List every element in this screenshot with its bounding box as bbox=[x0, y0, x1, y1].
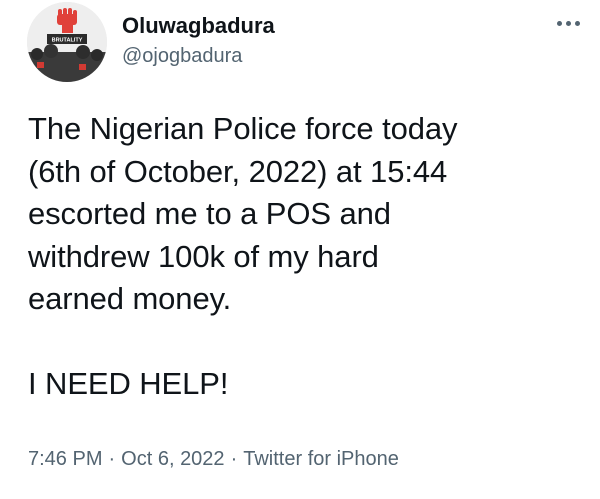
tweet-text: The Nigerian Police force today (6th of … bbox=[28, 111, 458, 401]
avatar[interactable]: BRUTALITY bbox=[27, 2, 107, 82]
tweet-metadata: 7:46 PM · Oct 6, 2022 · Twitter for iPhone bbox=[28, 446, 399, 472]
more-horizontal-icon bbox=[556, 20, 580, 26]
avatar-sign-text: BRUTALITY bbox=[52, 38, 83, 44]
tweet-time[interactable]: 7:46 PM bbox=[28, 448, 102, 470]
author-handle[interactable]: @ojogbadura bbox=[122, 44, 242, 68]
tweet-source[interactable]: Twitter for iPhone bbox=[243, 448, 399, 470]
tweet-date[interactable]: Oct 6, 2022 bbox=[121, 448, 224, 470]
tweet-card: BRUTALITY Oluwagbadura @ojogbadura The N… bbox=[0, 0, 600, 499]
author-display-name[interactable]: Oluwagbadura bbox=[122, 13, 275, 39]
meta-separator: · bbox=[108, 448, 116, 470]
raised-fist-protest-avatar-icon: BRUTALITY bbox=[27, 2, 107, 82]
more-options-button[interactable] bbox=[548, 8, 588, 38]
meta-separator-2: · bbox=[230, 448, 238, 470]
